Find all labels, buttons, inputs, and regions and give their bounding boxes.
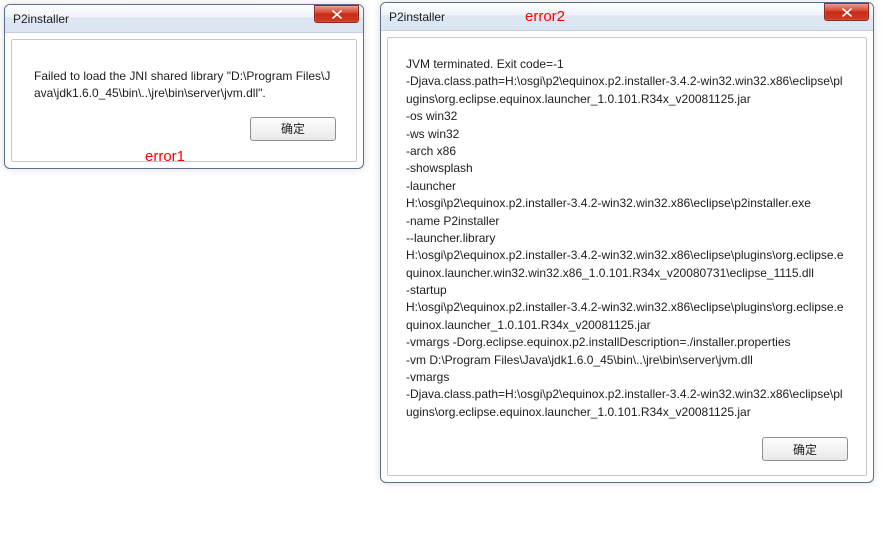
error-message-line: -Djava.class.path=H:\osgi\p2\equinox.p2.… bbox=[406, 386, 848, 421]
error-message-line: -vm D:\Program Files\Java\jdk1.6.0_45\bi… bbox=[406, 352, 848, 369]
error-message: Failed to load the JNI shared library "D… bbox=[34, 68, 334, 103]
titlebar[interactable]: P2installer bbox=[5, 5, 363, 33]
close-icon bbox=[332, 10, 342, 19]
button-row: 确定 bbox=[388, 431, 866, 475]
titlebar[interactable]: P2installer bbox=[381, 3, 873, 31]
error-message-line: -arch x86 bbox=[406, 143, 848, 160]
error-message-line: -Djava.class.path=H:\osgi\p2\equinox.p2.… bbox=[406, 73, 848, 108]
error-message-line: -vmargs bbox=[406, 369, 848, 386]
error-message-line: -ws win32 bbox=[406, 126, 848, 143]
close-icon bbox=[842, 8, 852, 17]
button-row: 确定 bbox=[12, 117, 356, 161]
error-message-line: H:\osgi\p2\equinox.p2.installer-3.4.2-wi… bbox=[406, 299, 848, 334]
window-title: P2installer bbox=[13, 12, 314, 26]
error-message-line: H:\osgi\p2\equinox.p2.installer-3.4.2-wi… bbox=[406, 247, 848, 282]
close-button[interactable] bbox=[824, 3, 869, 21]
error-message-line: -showsplash bbox=[406, 160, 848, 177]
ok-button-label: 确定 bbox=[793, 441, 817, 458]
error-message-line: -launcher bbox=[406, 178, 848, 195]
error-message-line: --launcher.library bbox=[406, 230, 848, 247]
error-dialog-2: P2installer JVM terminated. Exit code=-1… bbox=[380, 2, 874, 483]
error-message-line: -startup bbox=[406, 282, 848, 299]
error-message-line: -name P2installer bbox=[406, 213, 848, 230]
dialog-panel: Failed to load the JNI shared library "D… bbox=[11, 39, 357, 162]
error-message-line: -vmargs -Dorg.eclipse.equinox.p2.install… bbox=[406, 334, 848, 351]
dialog-content: JVM terminated. Exit code=-1-Djava.class… bbox=[388, 38, 866, 431]
close-button[interactable] bbox=[314, 5, 359, 23]
error-message-line: H:\osgi\p2\equinox.p2.installer-3.4.2-wi… bbox=[406, 195, 848, 212]
dialog-panel: JVM terminated. Exit code=-1-Djava.class… bbox=[387, 37, 867, 476]
error-message-line: -os win32 bbox=[406, 108, 848, 125]
window-title: P2installer bbox=[389, 10, 824, 24]
ok-button[interactable]: 确定 bbox=[762, 437, 848, 461]
error-dialog-1: P2installer Failed to load the JNI share… bbox=[4, 4, 364, 169]
error-message-line: JVM terminated. Exit code=-1 bbox=[406, 56, 848, 73]
ok-button-label: 确定 bbox=[281, 120, 305, 137]
dialog-content: Failed to load the JNI shared library "D… bbox=[12, 40, 356, 117]
ok-button[interactable]: 确定 bbox=[250, 117, 336, 141]
